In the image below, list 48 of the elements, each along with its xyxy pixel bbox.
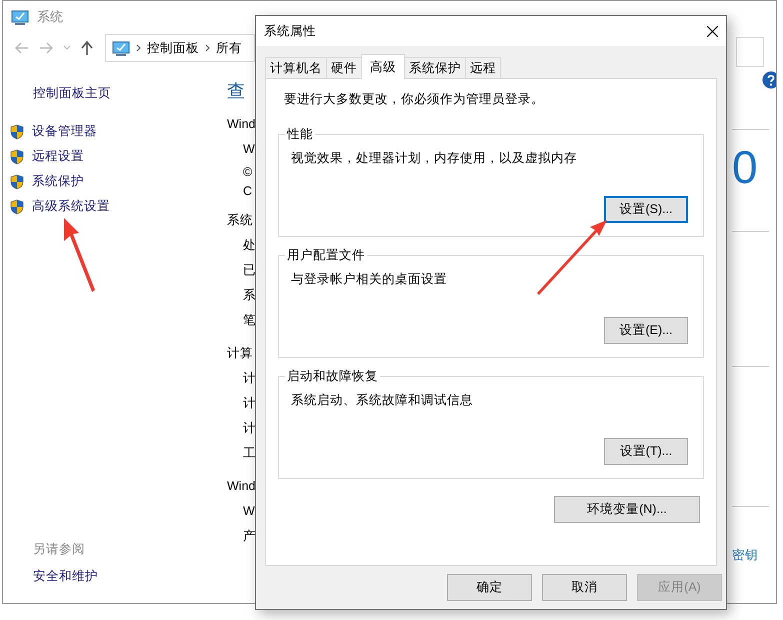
info-text: 计 — [243, 370, 256, 387]
sidebar-link[interactable]: 控制面板主页 — [33, 85, 221, 102]
product-key-link[interactable]: 密钥 — [732, 547, 776, 564]
group-description: 与登录帐户相关的桌面设置 — [291, 271, 448, 288]
info-text: W — [243, 141, 255, 158]
group-title: 用户配置文件 — [285, 247, 367, 264]
info-text: © — [243, 164, 252, 181]
info-text: 产 — [243, 528, 256, 545]
breadcrumb-item[interactable]: 所有 — [216, 40, 242, 56]
section-title: Wind — [227, 478, 256, 495]
section-title: 计算 — [227, 345, 253, 362]
group-title: 性能 — [285, 126, 315, 143]
sidebar-link[interactable]: 安全和维护 — [33, 568, 221, 585]
info-text: 系 — [243, 287, 256, 304]
large-number: 0 — [732, 143, 759, 191]
section-title: Wind — [227, 116, 256, 133]
group-description: 系统启动、系统故障和调试信息 — [291, 392, 474, 409]
page-heading: 查 — [227, 80, 245, 103]
dialog-title: 系统属性 — [264, 22, 316, 40]
group-description: 视觉效果，处理器计划，内存使用，以及虚拟内存 — [291, 150, 578, 167]
info-text: 计 — [243, 395, 256, 412]
see-also-title: 另请参阅 — [33, 541, 86, 558]
notice-text: 要进行大多数更改，你必须作为管理员登录。 — [284, 91, 545, 108]
info-text: 工 — [243, 445, 256, 462]
sidebar-link[interactable]: 高级系统设置 — [32, 198, 110, 215]
info-text: 已 — [243, 262, 256, 279]
sidebar-link[interactable]: 设备管理器 — [32, 123, 97, 140]
info-text: W — [243, 503, 255, 520]
info-text: C — [243, 183, 252, 200]
tab[interactable]: 高级 — [361, 54, 405, 79]
tab[interactable]: 远程 — [465, 57, 501, 78]
breadcrumb-item[interactable]: 控制面板 — [147, 40, 199, 56]
environment-variables-button[interactable]: 环境变量(N)... — [554, 496, 700, 523]
info-text: 笔 — [243, 312, 256, 329]
window-title: 系统 — [37, 8, 63, 26]
sidebar-link[interactable]: 系统保护 — [32, 173, 84, 190]
info-text: 处 — [243, 237, 256, 254]
dialog-button[interactable]: 确定 — [447, 574, 532, 601]
group-title: 启动和故障恢复 — [285, 368, 380, 385]
settings-button[interactable]: 设置(T)... — [604, 438, 688, 465]
info-text: 计 — [243, 420, 256, 437]
settings-button[interactable]: 设置(S)... — [604, 196, 688, 223]
settings-button[interactable]: 设置(E)... — [604, 317, 688, 344]
tab[interactable]: 计算机名 — [265, 57, 327, 78]
dialog-button[interactable]: 取消 — [542, 574, 627, 601]
sidebar-link[interactable]: 远程设置 — [32, 148, 84, 165]
section-title: 系统 — [227, 212, 253, 229]
address-bar[interactable]: 控制面板 所有 — [105, 34, 255, 62]
